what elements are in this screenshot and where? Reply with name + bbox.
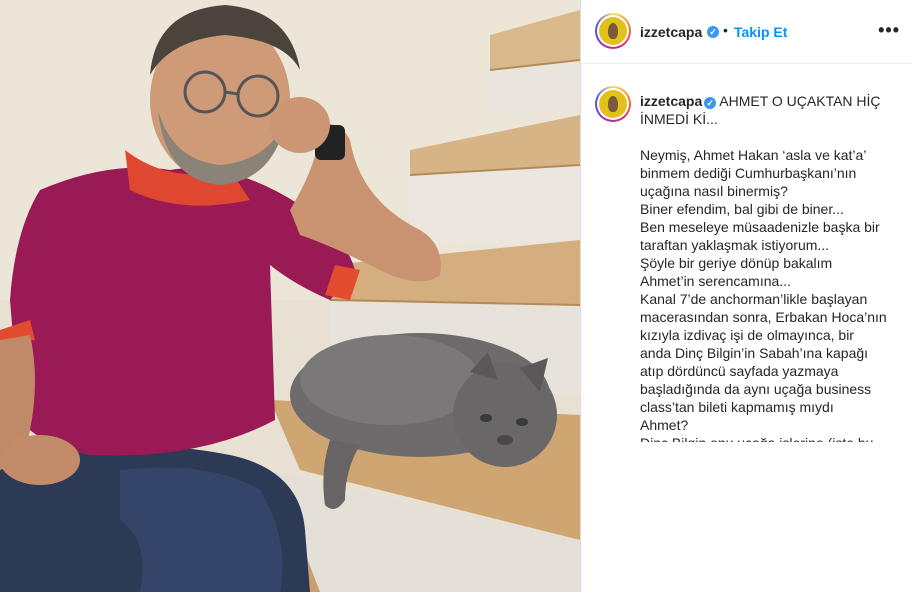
caption-line: Kanal 7’de anchorman’likle başlayan [640,291,868,307]
profile-picture [599,17,627,45]
profile-picture [599,90,627,118]
caption-line: uçağına nasıl binermiş? [640,183,788,199]
caption-line: Şöyle bir geriye dönüp bakalım [640,255,833,271]
caption-comment: izzetcapa ✓ AHMET O UÇAKTAN HİÇ İNMEDİ Kİ.… [581,64,912,592]
caption-line: macerasından sonra, Erbakan Hoca’nın [640,309,887,325]
avatar[interactable] [595,13,631,49]
caption-line: kızıyla izdivaç işi de olmayınca, bir [640,327,854,343]
caption-line: Biner efendim, bal gibi de biner... [640,201,844,217]
caption-line: taraftan yaklaşmak istiyorum... [640,237,830,253]
caption-line: başladığında da aynı uçağa business [640,381,872,397]
post-header: izzetcapa ✓ • Takip Et ••• [581,0,912,64]
caption-line: Ahmet? [640,417,689,433]
more-options-icon[interactable]: ••• [878,20,900,41]
header-username[interactable]: izzetcapa [640,24,702,40]
separator-dot: • [723,22,728,38]
post-image [0,0,580,592]
follow-button[interactable]: Takip Et [734,24,787,40]
caption-line: Ahmet’in serencamına... [640,273,791,289]
caption-title-line: izzetcapa ✓ AHMET O UÇAKTAN HİÇ İNMEDİ Kİ.… [640,92,902,128]
caption-line: Neymiş, Ahmet Hakan ‘asla ve kat’a’ [640,147,867,163]
caption-body: Neymiş, Ahmet Hakan ‘asla ve kat’a’ binme… [640,146,890,442]
caption-line: anda Dinç Bilgin’in Sabah’ına kapağı [640,345,869,361]
caption-line: Dinç Bilgin onu uçağa işlerine (işte bu … [640,434,890,442]
caption-line: class’tan bileti kapmamış mıydı [640,399,834,415]
verified-badge-icon: ✓ [707,26,719,38]
caption-avatar[interactable] [595,86,631,122]
caption-username[interactable]: izzetcapa [640,93,702,109]
verified-badge-icon: ✓ [704,97,717,109]
caption-line: Ben meseleye müsaadenizle başka bir [640,219,880,235]
caption-line: binmem dediği Cumhurbaşkanı’nın [640,165,857,181]
post-sidebar: izzetcapa ✓ • Takip Et ••• izzetcapa ✓ AHM… [581,0,912,592]
caption-line: atıp dördüncü sayfada yazmaya [640,363,839,379]
post-photo[interactable] [0,0,580,592]
